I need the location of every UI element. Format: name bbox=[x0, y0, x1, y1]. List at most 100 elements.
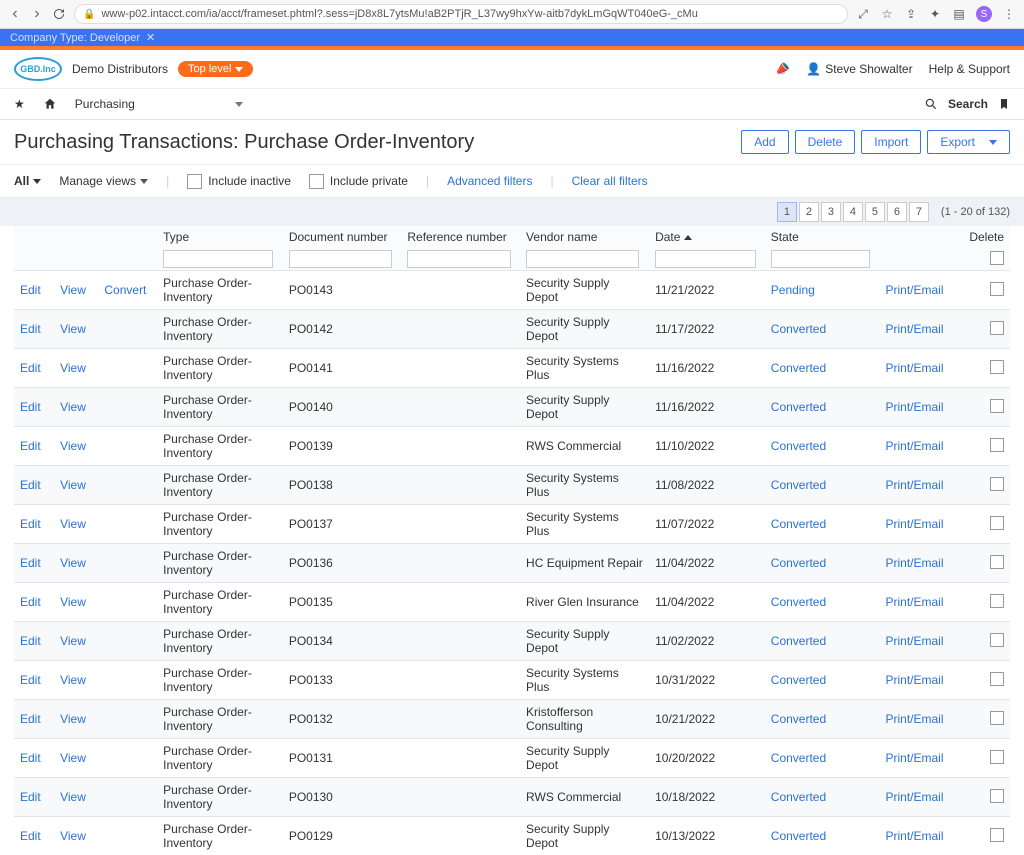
view-link[interactable]: View bbox=[60, 400, 86, 414]
star-icon[interactable]: ☆ bbox=[880, 7, 894, 21]
checkbox[interactable] bbox=[187, 174, 202, 189]
bookmark-icon[interactable] bbox=[998, 97, 1010, 111]
puzzle-icon[interactable]: ✦ bbox=[928, 7, 942, 21]
print-email-link[interactable]: Print/Email bbox=[886, 361, 944, 375]
state-link[interactable]: Pending bbox=[771, 283, 815, 297]
avatar[interactable]: S bbox=[976, 6, 992, 22]
state-link[interactable]: Converted bbox=[771, 673, 826, 687]
all-filter[interactable]: All bbox=[14, 174, 41, 188]
close-icon[interactable]: ✕ bbox=[146, 31, 155, 44]
filter-date[interactable] bbox=[655, 250, 756, 268]
module-select[interactable]: Purchasing bbox=[75, 97, 243, 111]
state-link[interactable]: Converted bbox=[771, 712, 826, 726]
state-link[interactable]: Converted bbox=[771, 478, 826, 492]
announcements-icon[interactable]: 📣 bbox=[773, 60, 792, 78]
import-button[interactable]: Import bbox=[861, 130, 921, 154]
kebab-icon[interactable]: ⋮ bbox=[1002, 7, 1016, 21]
page-1[interactable]: 1 bbox=[777, 202, 797, 222]
delete-checkbox[interactable] bbox=[990, 438, 1004, 452]
state-link[interactable]: Converted bbox=[771, 400, 826, 414]
view-link[interactable]: View bbox=[60, 478, 86, 492]
print-email-link[interactable]: Print/Email bbox=[886, 829, 944, 843]
filter-state[interactable] bbox=[771, 250, 871, 268]
print-email-link[interactable]: Print/Email bbox=[886, 556, 944, 570]
view-link[interactable]: View bbox=[60, 673, 86, 687]
view-link[interactable]: View bbox=[60, 517, 86, 531]
view-link[interactable]: View bbox=[60, 595, 86, 609]
view-link[interactable]: View bbox=[60, 439, 86, 453]
edit-link[interactable]: Edit bbox=[20, 400, 41, 414]
view-link[interactable]: View bbox=[60, 790, 86, 804]
delete-checkbox[interactable] bbox=[990, 477, 1004, 491]
col-doc[interactable]: Document number bbox=[283, 226, 402, 246]
col-delete[interactable]: Delete bbox=[959, 226, 1010, 246]
url-bar[interactable]: 🔒 www-p02.intacct.com/ia/acct/frameset.p… bbox=[74, 4, 848, 24]
state-link[interactable]: Converted bbox=[771, 517, 826, 531]
edit-link[interactable]: Edit bbox=[20, 634, 41, 648]
edit-link[interactable]: Edit bbox=[20, 595, 41, 609]
home-icon[interactable] bbox=[43, 97, 57, 111]
print-email-link[interactable]: Print/Email bbox=[886, 712, 944, 726]
view-link[interactable]: View bbox=[60, 556, 86, 570]
convert-link[interactable]: Convert bbox=[104, 283, 146, 297]
delete-checkbox[interactable] bbox=[990, 555, 1004, 569]
search-label[interactable]: Search bbox=[948, 97, 988, 111]
edit-link[interactable]: Edit bbox=[20, 673, 41, 687]
delete-all-checkbox[interactable] bbox=[990, 251, 1004, 265]
view-link[interactable]: View bbox=[60, 751, 86, 765]
print-email-link[interactable]: Print/Email bbox=[886, 400, 944, 414]
col-type[interactable]: Type bbox=[157, 226, 283, 246]
delete-checkbox[interactable] bbox=[990, 672, 1004, 686]
delete-checkbox[interactable] bbox=[990, 633, 1004, 647]
col-vendor[interactable]: Vendor name bbox=[520, 226, 649, 246]
filter-doc[interactable] bbox=[289, 250, 392, 268]
advanced-filters-link[interactable]: Advanced filters bbox=[447, 174, 532, 188]
state-link[interactable]: Converted bbox=[771, 439, 826, 453]
delete-checkbox[interactable] bbox=[990, 828, 1004, 842]
add-button[interactable]: Add bbox=[741, 130, 788, 154]
delete-checkbox[interactable] bbox=[990, 399, 1004, 413]
delete-button[interactable]: Delete bbox=[795, 130, 856, 154]
delete-checkbox[interactable] bbox=[990, 594, 1004, 608]
filter-vendor[interactable] bbox=[526, 250, 639, 268]
view-link[interactable]: View bbox=[60, 634, 86, 648]
print-email-link[interactable]: Print/Email bbox=[886, 478, 944, 492]
state-link[interactable]: Converted bbox=[771, 634, 826, 648]
state-link[interactable]: Converted bbox=[771, 751, 826, 765]
print-email-link[interactable]: Print/Email bbox=[886, 634, 944, 648]
forward-icon[interactable] bbox=[30, 7, 44, 21]
view-link[interactable]: View bbox=[60, 361, 86, 375]
state-link[interactable]: Converted bbox=[771, 556, 826, 570]
print-email-link[interactable]: Print/Email bbox=[886, 751, 944, 765]
state-link[interactable]: Converted bbox=[771, 595, 826, 609]
edit-link[interactable]: Edit bbox=[20, 322, 41, 336]
edit-link[interactable]: Edit bbox=[20, 283, 41, 297]
state-link[interactable]: Converted bbox=[771, 361, 826, 375]
checkbox[interactable] bbox=[309, 174, 324, 189]
reload-icon[interactable] bbox=[52, 7, 66, 21]
share-icon[interactable]: ⇪ bbox=[904, 7, 918, 21]
print-email-link[interactable]: Print/Email bbox=[886, 439, 944, 453]
page-4[interactable]: 4 bbox=[843, 202, 863, 222]
page-2[interactable]: 2 bbox=[799, 202, 819, 222]
user-menu[interactable]: 👤 Steve Showalter bbox=[806, 62, 912, 76]
edit-link[interactable]: Edit bbox=[20, 829, 41, 843]
edit-link[interactable]: Edit bbox=[20, 556, 41, 570]
edit-link[interactable]: Edit bbox=[20, 790, 41, 804]
delete-checkbox[interactable] bbox=[990, 282, 1004, 296]
delete-checkbox[interactable] bbox=[990, 789, 1004, 803]
state-link[interactable]: Converted bbox=[771, 790, 826, 804]
print-email-link[interactable]: Print/Email bbox=[886, 283, 944, 297]
view-link[interactable]: View bbox=[60, 322, 86, 336]
delete-checkbox[interactable] bbox=[990, 711, 1004, 725]
delete-checkbox[interactable] bbox=[990, 321, 1004, 335]
print-email-link[interactable]: Print/Email bbox=[886, 790, 944, 804]
page-3[interactable]: 3 bbox=[821, 202, 841, 222]
state-link[interactable]: Converted bbox=[771, 829, 826, 843]
col-date[interactable]: Date bbox=[649, 226, 765, 246]
include-inactive[interactable]: Include inactive bbox=[187, 174, 291, 189]
favorite-star-icon[interactable]: ★ bbox=[14, 97, 25, 111]
view-link[interactable]: View bbox=[60, 712, 86, 726]
filter-ref[interactable] bbox=[407, 250, 510, 268]
page-7[interactable]: 7 bbox=[909, 202, 929, 222]
